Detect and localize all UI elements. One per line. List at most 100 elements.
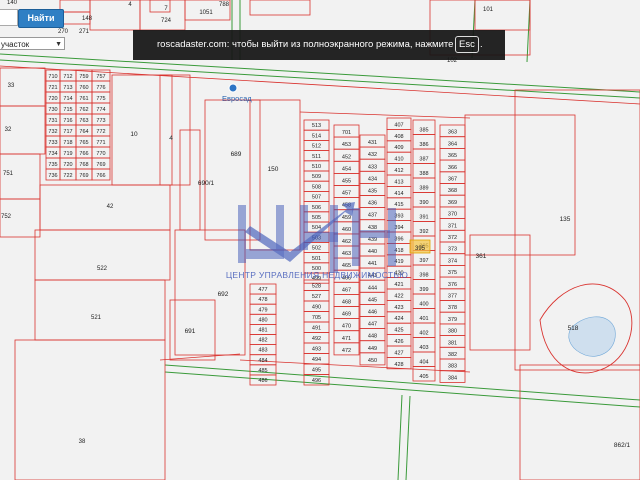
parcel-number: 365 xyxy=(448,153,457,159)
parcel-number: 378 xyxy=(448,305,457,311)
parcel-number: 440 xyxy=(368,249,377,255)
parcel-number: 712 xyxy=(63,74,72,80)
parcel-number: 369 xyxy=(448,200,457,206)
parcel-number: 404 xyxy=(419,360,428,366)
parcel-number: 759 xyxy=(79,74,88,80)
parcel-number: 432 xyxy=(368,152,377,158)
parcel-number: 366 xyxy=(448,165,457,171)
parcel-number: 445 xyxy=(368,297,377,303)
parcel-number: 368 xyxy=(448,188,457,194)
parcel-number: 768 xyxy=(79,162,88,168)
parcel-number: 413 xyxy=(394,179,403,185)
parcel-number: 720 xyxy=(48,96,57,102)
search-type-select[interactable]: участок ▼ xyxy=(0,37,65,50)
parcel-number: 397 xyxy=(419,258,428,264)
parcel-number: 462 xyxy=(342,239,351,245)
parcel-number: 460 xyxy=(342,227,351,233)
parcel-number: 765 xyxy=(79,140,88,146)
parcel-number: 410 xyxy=(394,157,403,163)
parcel-number: 435 xyxy=(368,189,377,195)
logo-stroke xyxy=(238,205,246,263)
parcel-number: 438 xyxy=(368,225,377,231)
parcel-number: 773 xyxy=(96,118,105,124)
parcel-number: 409 xyxy=(394,145,403,151)
parcel-number: 444 xyxy=(368,285,377,291)
parcel-number: 769 xyxy=(96,162,105,168)
parcel-number: 478 xyxy=(258,297,267,303)
parcel-number: 380 xyxy=(448,329,457,335)
parcel-number: 788 xyxy=(219,2,230,8)
parcel-number: 428 xyxy=(394,362,403,368)
parcel-number: 402 xyxy=(419,331,428,337)
parcel-number: 509 xyxy=(312,174,321,180)
parcel-number: 421 xyxy=(394,282,403,288)
parcel-number: 400 xyxy=(419,302,428,308)
parcel-number: 513 xyxy=(312,123,321,129)
parcel-number: 150 xyxy=(268,166,279,173)
parcel-number: 370 xyxy=(448,212,457,218)
parcel-number: 425 xyxy=(394,328,403,334)
parcel-number: 507 xyxy=(312,195,321,201)
parcel-number: 522 xyxy=(97,266,108,272)
parcel-number: 383 xyxy=(448,364,457,370)
parcel-number: 459 xyxy=(342,215,351,221)
find-button[interactable]: Найти xyxy=(18,9,64,28)
parcel-number: 373 xyxy=(448,247,457,253)
parcel-number: 751 xyxy=(3,171,14,177)
parcel-number: 528 xyxy=(312,284,321,290)
parcel-number: 508 xyxy=(312,184,321,190)
parcel-number: 389 xyxy=(419,186,428,192)
parcel-number: 270 xyxy=(58,29,69,35)
parcel-number: 470 xyxy=(342,324,351,330)
parcel-number: 762 xyxy=(79,107,88,113)
parcel-number: 379 xyxy=(448,317,457,323)
parcel-number: 510 xyxy=(312,164,321,170)
parcel-number: 764 xyxy=(79,129,88,135)
parcel-number: 482 xyxy=(258,338,267,344)
map-pin-icon[interactable] xyxy=(228,83,238,93)
parcel-number: 485 xyxy=(258,368,267,374)
fullscreen-message-end: . xyxy=(480,39,483,50)
cadastral-map[interactable]: 1401484105178872472712701011023332751752… xyxy=(0,0,640,480)
search-input[interactable] xyxy=(0,9,18,26)
parcel-number: 469 xyxy=(342,312,351,318)
parcel-number: 271 xyxy=(79,29,90,35)
fullscreen-message: roscadaster.com: чтобы выйти из полноэкр… xyxy=(157,39,454,50)
parcel-number: 446 xyxy=(368,310,377,316)
parcel-number: 424 xyxy=(394,316,403,322)
parcel-number: 690/1 xyxy=(198,180,215,187)
parcel-number: 477 xyxy=(258,287,267,293)
parcel-number: 375 xyxy=(448,270,457,276)
parcel-number: 455 xyxy=(342,179,351,185)
parcel-number: 527 xyxy=(312,294,321,300)
parcel-number: 483 xyxy=(258,348,267,354)
parcel-number: 437 xyxy=(368,213,377,219)
parcel-number: 405 xyxy=(419,374,428,380)
parcel-number: 376 xyxy=(448,282,457,288)
parcel-number: 719 xyxy=(63,151,72,157)
parcel-number: 715 xyxy=(63,107,72,113)
parcel-number: 4 xyxy=(169,135,173,142)
parcel-number: 505 xyxy=(312,215,321,221)
parcel-number: 436 xyxy=(368,201,377,207)
parcel-number: 718 xyxy=(63,140,72,146)
parcel-number: 701 xyxy=(342,130,351,136)
parcel-number: 705 xyxy=(312,315,321,321)
fullscreen-notice: roscadaster.com: чтобы выйти из полноэкр… xyxy=(133,30,505,60)
parcel-number: 471 xyxy=(342,336,351,342)
parcel-number: 401 xyxy=(419,316,428,322)
parcel-number: 733 xyxy=(48,140,57,146)
parcel-number: 384 xyxy=(448,375,457,381)
parcel-number: 135 xyxy=(560,216,571,223)
parcel-number: 408 xyxy=(394,134,403,140)
parcel-number: 732 xyxy=(48,129,57,135)
parcel-number: 372 xyxy=(448,235,457,241)
parcel-number: 501 xyxy=(312,256,321,262)
chevron-down-icon: ▼ xyxy=(55,41,62,48)
parcel-number: 774 xyxy=(96,107,105,113)
parcel-number: 398 xyxy=(419,273,428,279)
parcel-number: 465 xyxy=(342,263,351,269)
search-type-value: участок xyxy=(1,40,30,49)
parcel-number: 33 xyxy=(8,83,15,89)
parcel-number: 486 xyxy=(258,378,267,384)
